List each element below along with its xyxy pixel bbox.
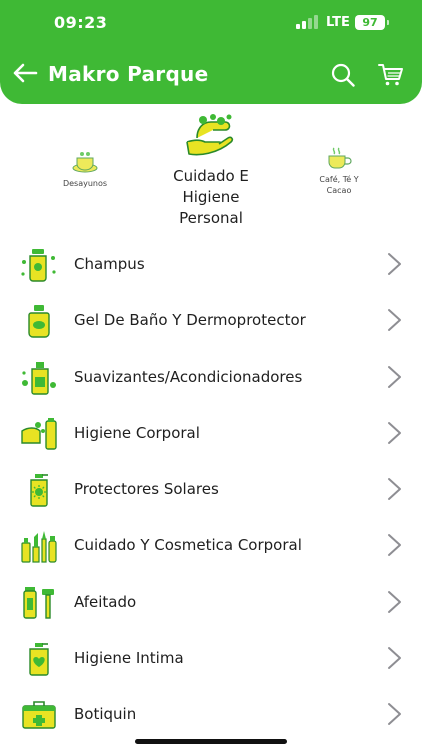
list-item-label: Suavizantes/Acondicionadores — [74, 367, 303, 386]
list-item-higiene-intima[interactable]: Higiene Intima — [0, 630, 422, 686]
battery-icon: 97 — [355, 15, 389, 30]
back-arrow-icon[interactable] — [12, 60, 38, 86]
category-label-center-2: Higiene — [182, 188, 240, 206]
chevron-right-icon — [388, 365, 401, 388]
razor-icon — [23, 586, 54, 619]
status-bar: 09:23 LTE 97 — [0, 0, 422, 46]
list-item-cosmetica-corporal[interactable]: Cuidado Y Cosmetica Corporal — [0, 517, 422, 573]
list-item-protectores-solares[interactable]: Protectores Solares — [0, 461, 422, 517]
search-icon[interactable] — [331, 63, 355, 87]
subcategory-list: Champus Gel De Baño Y Dermoprotector Sua… — [0, 236, 422, 743]
cosmetics-icon — [21, 531, 57, 564]
intimate-hygiene-icon — [29, 643, 49, 676]
list-item-gel-bano[interactable]: Gel De Baño Y Dermoprotector — [0, 292, 422, 348]
list-item-label: Champus — [74, 255, 145, 273]
cart-icon[interactable] — [378, 63, 404, 87]
shower-gel-icon — [28, 305, 50, 338]
chevron-right-icon — [388, 534, 401, 557]
first-aid-kit-icon — [22, 701, 56, 730]
page-title: Makro Parque — [48, 62, 209, 86]
list-item-label: Botiquin — [74, 705, 137, 724]
network-label: LTE — [326, 15, 350, 30]
breakfast-icon — [72, 152, 98, 173]
category-desayunos[interactable]: Desayunos — [48, 150, 122, 189]
category-label-center-3: Personal — [179, 209, 243, 227]
coffee-cup-icon — [328, 147, 352, 169]
list-item-label: Protectores Solares — [74, 480, 219, 499]
body-hygiene-icon — [21, 417, 57, 450]
nav-bar: Makro Parque — [0, 52, 422, 100]
category-label-right-2: Cacao — [326, 186, 352, 195]
category-label-left: Desayunos — [62, 179, 108, 188]
chevron-right-icon — [388, 253, 401, 275]
hand-washing-icon — [186, 114, 234, 156]
conditioner-icon — [22, 361, 56, 395]
app-header: 09:23 LTE 97 Makro Parque — [0, 0, 422, 104]
list-item-champus[interactable]: Champus — [0, 236, 422, 292]
chevron-right-icon — [388, 590, 401, 613]
chevron-right-icon — [388, 421, 401, 444]
list-item-label: Higiene Intima — [74, 649, 184, 668]
sunscreen-icon — [30, 474, 48, 507]
chevron-right-icon — [388, 647, 401, 670]
list-item-label: Gel De Baño Y Dermoprotector — [74, 311, 306, 330]
home-indicator[interactable] — [135, 739, 287, 744]
list-item-suavizantes[interactable]: Suavizantes/Acondicionadores — [0, 349, 422, 405]
shampoo-icon — [21, 249, 56, 282]
list-item-botiquin[interactable]: Botiquin — [0, 686, 422, 742]
list-item-higiene-corporal[interactable]: Higiene Corporal — [0, 405, 422, 461]
category-carousel: Desayunos Cuidado E Higiene Personal Caf… — [0, 112, 422, 232]
status-time: 09:23 — [54, 13, 108, 32]
chevron-right-icon — [388, 703, 401, 726]
list-item-label: Afeitado — [74, 592, 137, 611]
category-cuidado-higiene[interactable]: Cuidado E Higiene Personal — [150, 112, 272, 229]
chevron-right-icon — [388, 309, 401, 332]
category-label-center-1: Cuidado E — [173, 167, 249, 185]
list-item-label: Higiene Corporal — [74, 423, 200, 442]
signal-icon — [296, 15, 318, 29]
list-item-afeitado[interactable]: Afeitado — [0, 574, 422, 630]
chevron-right-icon — [388, 478, 401, 501]
list-item-label: Cuidado Y Cosmetica Corporal — [74, 536, 302, 555]
category-label-right-1: Café, Té Y — [319, 175, 359, 184]
category-cafe-te-cacao[interactable]: Café, Té Y Cacao — [302, 146, 376, 196]
